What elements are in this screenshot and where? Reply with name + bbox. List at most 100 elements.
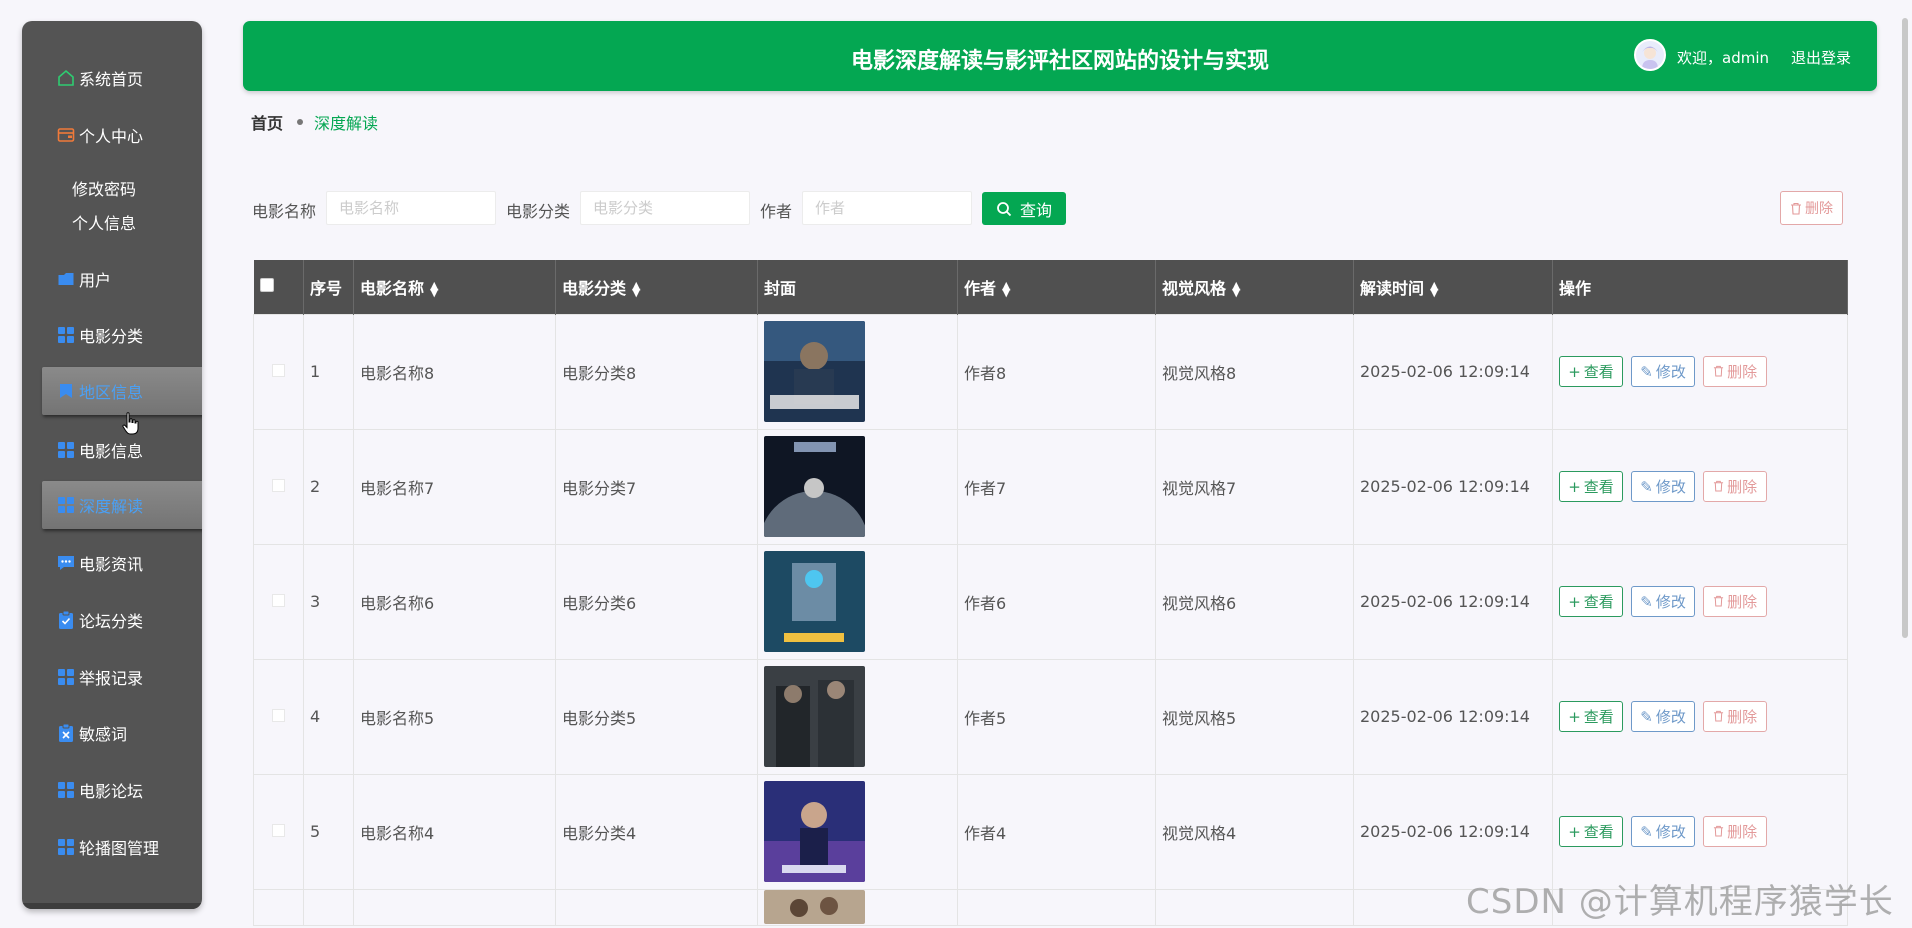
cell-author bbox=[957, 888, 1156, 926]
sidebar-item-region[interactable]: 地区信息 bbox=[42, 367, 202, 415]
sidebar-item-report-records[interactable]: 举报记录 bbox=[22, 655, 202, 699]
row-checkbox[interactable] bbox=[272, 594, 285, 607]
sidebar-item-deep-analysis[interactable]: 深度解读 bbox=[42, 481, 202, 529]
hand-cursor-icon bbox=[122, 412, 140, 440]
sidebar-subitem-change-password[interactable]: 修改密码 bbox=[72, 176, 136, 200]
edit-button[interactable]: ✎ 修改 bbox=[1631, 816, 1696, 847]
column-header-sortable[interactable]: 作者 ▲ ▼ bbox=[957, 260, 1156, 314]
sort-icon[interactable]: ▲ ▼ bbox=[1430, 280, 1438, 298]
scrollbar-thumb[interactable] bbox=[1902, 18, 1908, 638]
sort-icon[interactable]: ▲ ▼ bbox=[430, 280, 438, 298]
query-button[interactable]: 查询 bbox=[982, 192, 1066, 225]
view-button[interactable]: + 查看 bbox=[1559, 586, 1623, 617]
pencil-icon: ✎ bbox=[1640, 822, 1653, 841]
top-header: 电影深度解读与影评社区网站的设计与实现 欢迎，admin 退出登录 bbox=[243, 21, 1877, 91]
column-header: 封面 bbox=[757, 260, 958, 314]
cover-image bbox=[764, 889, 865, 924]
cell-name: 电影名称7 bbox=[353, 428, 556, 545]
view-button[interactable]: + 查看 bbox=[1559, 471, 1623, 502]
avatar[interactable] bbox=[1634, 39, 1666, 71]
delete-button[interactable]: 删除 bbox=[1703, 701, 1768, 732]
cell-time: 2025-02-06 12:09:14 bbox=[1353, 658, 1553, 775]
sidebar-item-movie-news[interactable]: 电影资讯 bbox=[22, 541, 202, 585]
row-select-cell bbox=[253, 428, 304, 545]
edit-button[interactable]: ✎ 修改 bbox=[1631, 471, 1696, 502]
sidebar-item-movie-category[interactable]: 电影分类 bbox=[22, 313, 202, 357]
sidebar-item-home[interactable]: 系统首页 bbox=[22, 56, 202, 100]
sidebar-item-label: 系统首页 bbox=[79, 70, 144, 89]
row-checkbox[interactable] bbox=[272, 824, 285, 837]
folder-icon bbox=[56, 269, 76, 289]
cell-name: 电影名称8 bbox=[353, 313, 556, 430]
breadcrumb-home[interactable]: 首页 bbox=[251, 110, 283, 134]
breadcrumb-separator bbox=[297, 119, 304, 125]
cell-style bbox=[1155, 888, 1354, 926]
sidebar-item-forum-category[interactable]: 论坛分类 bbox=[22, 598, 202, 642]
sort-icon[interactable]: ▲ ▼ bbox=[1002, 280, 1010, 298]
sort-icon[interactable]: ▲ ▼ bbox=[1232, 280, 1240, 298]
sidebar-item-movie-forum[interactable]: 电影论坛 bbox=[22, 768, 202, 812]
sidebar-item-personal-center[interactable]: 个人中心 bbox=[22, 113, 202, 157]
delete-label: 删除 bbox=[1727, 478, 1758, 496]
bookmark-icon bbox=[56, 381, 76, 401]
delete-button[interactable]: 删除 bbox=[1703, 586, 1768, 617]
edit-label: 修改 bbox=[1655, 708, 1686, 726]
view-label: 查看 bbox=[1583, 593, 1614, 611]
trash-icon bbox=[1713, 708, 1724, 726]
edit-button[interactable]: ✎ 修改 bbox=[1631, 701, 1696, 732]
sidebar-item-label: 敏感词 bbox=[79, 725, 128, 744]
cell-cover bbox=[757, 428, 958, 545]
cell-author: 作者5 bbox=[957, 658, 1156, 775]
view-label: 查看 bbox=[1583, 363, 1614, 381]
row-select-cell bbox=[253, 658, 304, 775]
cell-style: 视觉风格6 bbox=[1155, 543, 1354, 660]
table-row: 2 电影名称7 电影分类7 作者7 视觉风格7 2025-02-06 12:09… bbox=[253, 428, 1848, 545]
row-checkbox[interactable] bbox=[272, 479, 285, 492]
view-button[interactable]: + 查看 bbox=[1559, 816, 1623, 847]
edit-button[interactable]: ✎ 修改 bbox=[1631, 356, 1696, 387]
page-scrollbar[interactable] bbox=[1900, 18, 1910, 648]
view-button[interactable]: + 查看 bbox=[1559, 701, 1623, 732]
query-button-label: 查询 bbox=[1019, 200, 1052, 220]
plus-icon: + bbox=[1568, 822, 1581, 841]
sidebar-subitem-profile[interactable]: 个人信息 bbox=[72, 210, 136, 234]
sidebar-item-sensitive-words[interactable]: 敏感词 bbox=[22, 711, 202, 755]
logout-button[interactable]: 退出登录 bbox=[1791, 47, 1851, 68]
trash-icon bbox=[1713, 823, 1724, 841]
column-header: 操作 bbox=[1552, 260, 1848, 314]
cell-time: 2025-02-06 12:09:14 bbox=[1353, 773, 1553, 890]
column-header-sortable[interactable]: 电影分类 ▲ ▼ bbox=[555, 260, 758, 314]
delete-button[interactable]: 删除 bbox=[1703, 356, 1768, 387]
column-header-sortable[interactable]: 电影名称 ▲ ▼ bbox=[353, 260, 556, 314]
cell-category: 电影分类8 bbox=[555, 313, 758, 430]
movie-category-input[interactable] bbox=[580, 191, 750, 225]
edit-button[interactable]: ✎ 修改 bbox=[1631, 586, 1696, 617]
sidebar-item-carousel[interactable]: 轮播图管理 bbox=[22, 825, 202, 869]
cell-index: 1 bbox=[303, 313, 354, 430]
row-checkbox[interactable] bbox=[272, 364, 285, 377]
row-checkbox[interactable] bbox=[272, 709, 285, 722]
column-header-sortable[interactable]: 视觉风格 ▲ ▼ bbox=[1155, 260, 1354, 314]
view-button[interactable]: + 查看 bbox=[1559, 356, 1623, 387]
table-row: 4 电影名称5 电影分类5 作者5 视觉风格5 2025-02-06 12:09… bbox=[253, 658, 1848, 775]
pencil-icon: ✎ bbox=[1640, 592, 1653, 611]
delete-button[interactable]: 删除 bbox=[1703, 816, 1768, 847]
sidebar-item-users[interactable]: 用户 bbox=[22, 257, 202, 301]
row-select-cell bbox=[253, 888, 304, 926]
cell-time: 2025-02-06 12:09:14 bbox=[1353, 543, 1553, 660]
grid-icon bbox=[56, 780, 76, 800]
author-input[interactable] bbox=[802, 191, 972, 225]
sidebar-item-label: 轮播图管理 bbox=[79, 839, 160, 858]
column-header-sortable[interactable]: 解读时间 ▲ ▼ bbox=[1353, 260, 1553, 314]
sidebar-item-label: 地区信息 bbox=[79, 383, 144, 402]
sidebar-item-movie-info[interactable]: 电影信息 bbox=[22, 428, 202, 472]
clipboard-icon bbox=[56, 610, 76, 630]
delete-button[interactable]: 删除 bbox=[1703, 471, 1768, 502]
sort-icon[interactable]: ▲ ▼ bbox=[632, 280, 640, 298]
cell-actions: + 查看 ✎ 修改 删除 bbox=[1552, 658, 1848, 775]
site-title: 电影深度解读与影评社区网站的设计与实现 bbox=[850, 49, 1269, 74]
batch-delete-button[interactable]: 删除 bbox=[1780, 191, 1843, 225]
movie-name-input[interactable] bbox=[326, 191, 496, 225]
select-all-checkbox[interactable] bbox=[259, 278, 274, 293]
pencil-icon: ✎ bbox=[1640, 362, 1653, 381]
